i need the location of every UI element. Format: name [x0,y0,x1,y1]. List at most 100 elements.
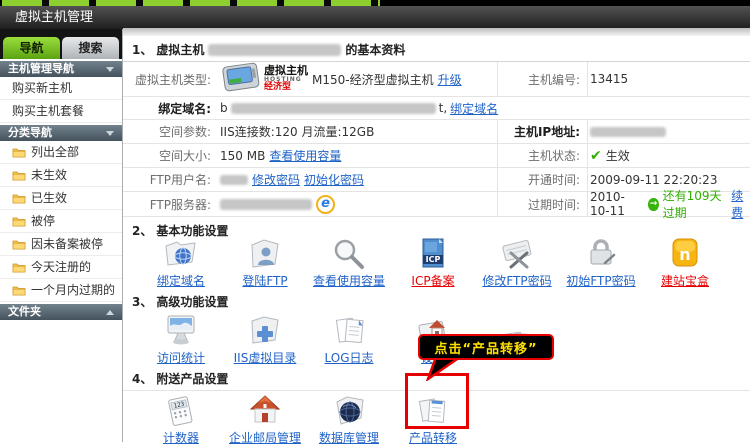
section-label: 高级功能设置 [156,293,228,310]
sidebar-item-list-all[interactable]: 列出全部 [0,141,122,164]
ftp-server-label: FTP服务器: [123,192,218,216]
row-ftp-server: FTP服务器: e 过期时间: 2010-10-11 → 还有109天过期 续费 [123,192,750,217]
folder-icon [12,284,26,296]
chevron-down-icon [106,67,114,72]
section1-title: 1、 虚拟主机 的基本资料 [123,36,750,62]
reset-password-link[interactable]: 初始化密码 [304,171,364,188]
host-status-label: 主机状态: [498,144,588,167]
tools-icon [497,237,537,271]
sidebar-item-stopped[interactable]: 被停 [0,210,122,233]
days-left-icon: → [648,198,658,211]
feature-visit-stats[interactable]: 访问统计 [139,314,223,365]
feature-label[interactable]: 登陆FTP [223,274,307,288]
sidebar-item-stopped-no-icp[interactable]: 因未备案被停 [0,233,122,256]
folder-plus-icon [245,314,285,348]
section-number: 4、 [132,370,152,387]
folder-icon [12,261,26,273]
feature-enterprise-mail[interactable]: 企业邮局管理 [223,394,307,445]
host-id-value: 13415 [588,62,750,96]
ftp-user-label: FTP用户名: [123,168,218,191]
sidebar-section-folders[interactable]: 文件夹 [0,304,122,320]
item-label: 购买主机套餐 [12,100,84,122]
space-size-value: 150 MB [220,149,265,163]
feature-icp-record[interactable]: ICP ICP备案 [391,237,475,288]
folder-icon [12,238,26,250]
view-usage-link[interactable]: 查看使用容量 [269,147,341,164]
sidebar: 导航 搜索 主机管理导航 购买新主机 购买主机套餐 分类导航 列出全部 未生效 … [0,29,123,442]
sidebar-item-expiring-month[interactable]: 一个月内过期的 [0,279,122,302]
renew-link[interactable]: 续费 [731,187,750,221]
change-password-link[interactable]: 修改密码 [252,171,300,188]
folder-icon [12,192,26,204]
host-id-label: 主机编号: [498,62,588,96]
sidebar-item-buy-new-host[interactable]: 购买新主机 [0,77,122,100]
callout-bubble: 点击“产品转移” [418,334,554,360]
feature-log[interactable]: LOG日志 [307,314,391,365]
redacted-ip [590,127,666,137]
section-number: 1、 [132,41,152,58]
sidebar-item-registered-today[interactable]: 今天注册的 [0,256,122,279]
sidebar-item-inactive[interactable]: 未生效 [0,164,122,187]
section-label: 附送产品设置 [156,370,228,387]
svg-text:ICP: ICP [426,255,441,264]
redacted-hostname [208,44,341,56]
feature-label[interactable]: 查看使用容量 [307,274,391,288]
row-host-type: 虚拟主机类型: 虚拟主机 HOSTING 经济型 M150-经济型虚拟主机 升级… [123,62,750,97]
row-space-params: 空间参数: IIS连接数:120 月流量:12GB 主机IP地址: [123,120,750,144]
space-params-label: 空间参数: [123,120,218,143]
chevron-down-icon [106,131,114,136]
space-size-label: 空间大小: [123,144,218,167]
feature-iis-virtual-dir[interactable]: IIS虚拟目录 [223,314,307,365]
item-label: 购买新主机 [12,77,72,99]
feature-ftp-login[interactable]: 登陆FTP [223,237,307,288]
feature-label[interactable]: 修改FTP密码 [475,274,559,288]
feature-label[interactable]: 企业邮局管理 [223,431,307,445]
host-type-label: 虚拟主机类型: [123,62,218,96]
feature-database[interactable]: 数据库管理 [307,394,391,445]
lock-icon [581,237,621,271]
expire-label: 过期时间: [498,192,588,216]
feature-label[interactable]: 访问统计 [139,351,223,365]
database-globe-icon [329,394,369,428]
feature-label[interactable]: LOG日志 [307,351,391,365]
panel-top-bar [123,28,750,36]
feature-sitebox[interactable]: n 建站宝盒 [643,237,727,288]
feature-view-usage[interactable]: 查看使用容量 [307,237,391,288]
svg-text:n: n [679,245,690,264]
badge-line3: 经济型 [264,83,308,92]
ie-browser-icon[interactable]: e [316,195,335,214]
tab-navigation[interactable]: 导航 [3,37,60,59]
ftp-login-icon [245,237,285,271]
sidebar-section-host-management[interactable]: 主机管理导航 [0,61,122,77]
feature-label[interactable]: IIS虚拟目录 [223,351,307,365]
feature-label[interactable]: 计数器 [139,431,223,445]
days-left-text: 还有109天过期 [663,187,728,221]
bind-domain-link[interactable]: 绑定域名 [450,100,498,117]
host-status-value: 生效 [606,147,630,164]
sidebar-item-active[interactable]: 已生效 [0,187,122,210]
red-highlight-box [405,373,469,429]
feature-label[interactable]: 建站宝盒 [643,274,727,288]
tab-search[interactable]: 搜索 [62,37,119,59]
check-icon: ✔ [590,148,602,164]
feature-bind-domain[interactable]: 绑定域名 [139,237,223,288]
feature-label[interactable]: 初始FTP密码 [559,274,643,288]
item-label: 列出全部 [31,141,79,163]
feature-label[interactable]: ICP备案 [391,274,475,288]
feature-label[interactable]: 数据库管理 [307,431,391,445]
row-space-size: 空间大小: 150 MB 查看使用容量 主机状态: ✔ 生效 [123,144,750,168]
domain-label: 绑定域名: [123,97,218,119]
domain-prefix: b [220,101,228,115]
section-label: 主机管理导航 [8,62,74,75]
feature-change-ftp-password[interactable]: 修改FTP密码 [475,237,559,288]
sidebar-item-buy-host-plan[interactable]: 购买主机套餐 [0,100,122,123]
feature-label[interactable]: 绑定域名 [139,274,223,288]
feature-label[interactable]: 产品转移 [391,431,475,445]
sitebox-icon: n [665,237,705,271]
feature-init-ftp-password[interactable]: 初始FTP密码 [559,237,643,288]
redacted-ftp-server [220,199,312,210]
upgrade-link[interactable]: 升级 [438,71,462,88]
sidebar-section-category-nav[interactable]: 分类导航 [0,125,122,141]
redacted-ftp-user [220,175,248,185]
feature-counter[interactable]: 123计数器 [139,394,223,445]
